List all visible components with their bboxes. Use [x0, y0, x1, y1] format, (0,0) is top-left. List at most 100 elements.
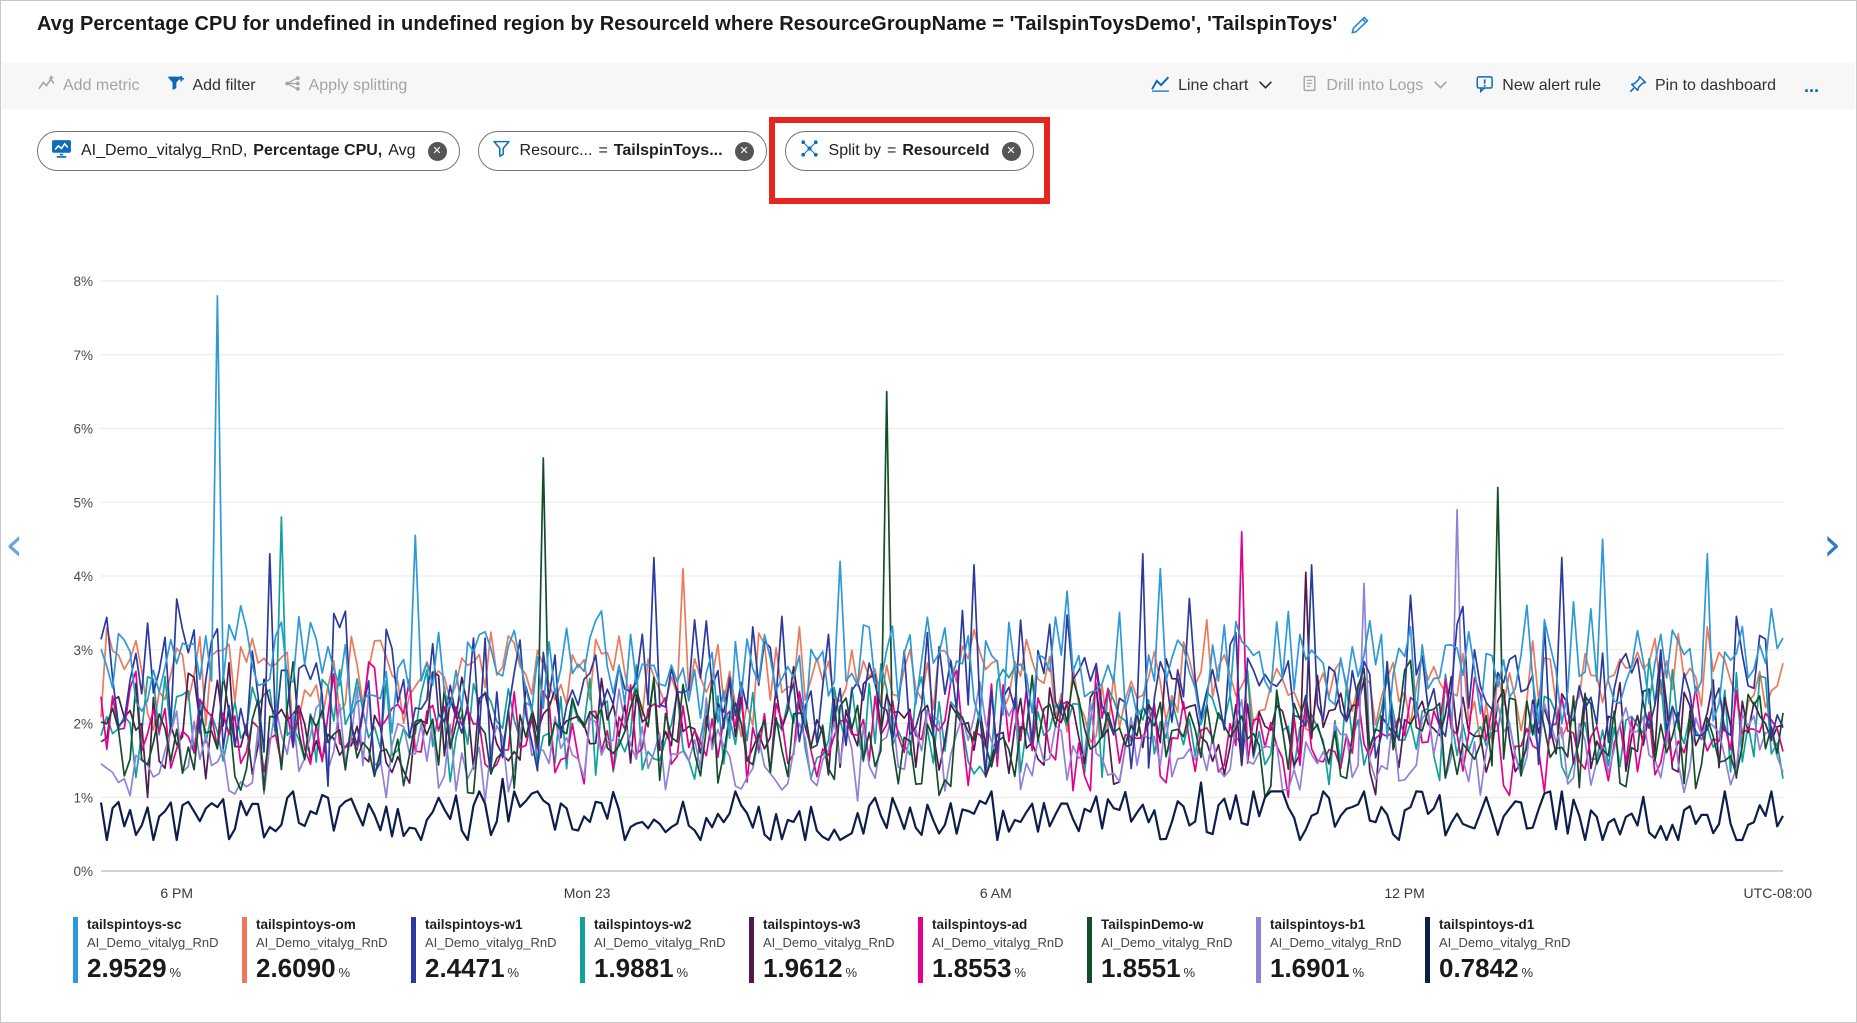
legend-avg-value: 1.8551	[1101, 953, 1181, 983]
pin-to-dashboard-button[interactable]: Pin to dashboard	[1629, 75, 1776, 98]
legend-series-name: tailspintoys-d1	[1439, 917, 1571, 934]
more-options-button[interactable]: ...	[1804, 76, 1819, 97]
legend-resource-name: AI_Demo_vitalyg_RnD	[763, 935, 895, 951]
split-dots-icon	[799, 138, 820, 164]
metric-chip[interactable]: AI_Demo_vitalyg_RnD, Percentage CPU, Avg…	[37, 131, 460, 171]
svg-text:8%: 8%	[73, 274, 93, 289]
remove-split-icon[interactable]: ✕	[1002, 142, 1021, 161]
add-filter-button[interactable]: Add filter	[167, 75, 255, 97]
alert-bubble-icon	[1476, 75, 1494, 98]
filter-chip-property: Resourc...	[520, 142, 593, 160]
legend-item[interactable]: tailspintoys-w2 AI_Demo_vitalyg_RnD 1.98…	[580, 917, 749, 983]
metric-chip-resource: AI_Demo_vitalyg_RnD,	[81, 142, 247, 160]
chevron-down-icon	[1433, 77, 1448, 95]
legend-percent-unit: %	[677, 965, 689, 980]
legend-item[interactable]: tailspintoys-w3 AI_Demo_vitalyg_RnD 1.96…	[749, 917, 918, 983]
add-metric-button[interactable]: Add metric	[38, 75, 139, 97]
toolbar-right-group: Line chart Drill into Logs New alert rul…	[1151, 75, 1819, 98]
drill-into-logs-dropdown[interactable]: Drill into Logs	[1301, 75, 1448, 97]
legend-percent-unit: %	[170, 965, 182, 980]
split-by-chip[interactable]: Split by = ResourceId ✕	[785, 131, 1034, 171]
legend-color-bar	[242, 917, 247, 983]
svg-text:1%: 1%	[73, 790, 93, 805]
line-chart-icon	[1151, 75, 1170, 97]
scroll-left-chevron[interactable]: ‹	[5, 521, 23, 567]
legend-series-name: tailspintoys-b1	[1270, 917, 1402, 934]
legend-series-name: tailspintoys-w1	[425, 917, 557, 934]
legend-avg-value: 1.9881	[594, 953, 674, 983]
legend-resource-name: AI_Demo_vitalyg_RnD	[87, 935, 219, 951]
svg-text:4%: 4%	[73, 569, 93, 584]
chart-type-dropdown[interactable]: Line chart	[1151, 75, 1273, 97]
ellipsis-icon: ...	[1804, 76, 1819, 97]
pin-icon	[1629, 75, 1647, 98]
apply-splitting-button[interactable]: Apply splitting	[284, 75, 408, 97]
legend-item[interactable]: tailspintoys-b1 AI_Demo_vitalyg_RnD 1.69…	[1256, 917, 1425, 983]
logs-document-icon	[1301, 75, 1318, 97]
legend-avg-value: 1.6901	[1270, 953, 1350, 983]
legend-series-name: tailspintoys-om	[256, 917, 388, 934]
x-axis-labels: 6 PMMon 236 AM12 PM	[101, 885, 1783, 905]
scroll-right-chevron[interactable]: ›	[1823, 521, 1841, 567]
filter-chip-equals: =	[598, 142, 607, 160]
x-axis-tick-label: 6 PM	[160, 885, 193, 901]
drill-into-logs-label: Drill into Logs	[1326, 77, 1423, 95]
new-alert-rule-label: New alert rule	[1502, 77, 1601, 95]
legend-series-name: TailspinDemo-w	[1101, 917, 1233, 934]
apply-splitting-label: Apply splitting	[309, 77, 408, 95]
svg-text:6%: 6%	[73, 422, 93, 437]
legend-series-name: tailspintoys-w3	[763, 917, 895, 934]
chart-type-label: Line chart	[1178, 77, 1248, 95]
legend-color-bar	[411, 917, 416, 983]
filter-funnel-icon	[492, 139, 511, 163]
split-chip-label: Split by	[829, 142, 881, 160]
remove-metric-icon[interactable]: ✕	[428, 142, 447, 161]
legend-series-name: tailspintoys-sc	[87, 917, 219, 934]
legend-row: tailspintoys-sc AI_Demo_vitalyg_RnD 2.95…	[73, 917, 1594, 983]
toolbar-left-group: Add metric Add filter Apply splitting	[38, 75, 407, 97]
new-alert-rule-button[interactable]: New alert rule	[1476, 75, 1601, 98]
legend-percent-unit: %	[339, 965, 351, 980]
legend-avg-value: 2.4471	[425, 953, 505, 983]
svg-text:3%: 3%	[73, 643, 93, 658]
legend-avg-value: 2.9529	[87, 953, 167, 983]
split-chip-value: ResourceId	[902, 142, 989, 160]
metrics-explorer-panel: Avg Percentage CPU for undefined in unde…	[0, 0, 1857, 1023]
legend-resource-name: AI_Demo_vitalyg_RnD	[932, 935, 1064, 951]
legend-resource-name: AI_Demo_vitalyg_RnD	[1101, 935, 1233, 951]
legend-color-bar	[918, 917, 923, 983]
legend-percent-unit: %	[1184, 965, 1196, 980]
legend-color-bar	[1425, 917, 1430, 983]
legend-item[interactable]: tailspintoys-ad AI_Demo_vitalyg_RnD 1.85…	[918, 917, 1087, 983]
toolbar: Add metric Add filter Apply splitting Li…	[2, 63, 1855, 109]
filter-chip[interactable]: Resourc... = TailspinToys... ✕	[478, 131, 767, 171]
timezone-label: UTC-08:00	[1744, 885, 1812, 901]
remove-filter-icon[interactable]: ✕	[735, 142, 754, 161]
metric-chip-metric-name: Percentage CPU,	[253, 142, 382, 160]
legend-resource-name: AI_Demo_vitalyg_RnD	[1439, 935, 1571, 951]
metric-monitor-icon	[51, 138, 72, 164]
metrics-line-chart[interactable]: 0%1%2%3%4%5%6%7%8%	[1, 263, 1857, 883]
legend-color-bar	[580, 917, 585, 983]
legend-percent-unit: %	[508, 965, 520, 980]
legend-avg-value: 1.9612	[763, 953, 843, 983]
filter-chip-value: TailspinToys...	[614, 142, 723, 160]
edit-title-pencil-icon[interactable]	[1349, 14, 1371, 36]
split-chip-highlight-wrapper: Split by = ResourceId ✕	[785, 131, 1034, 171]
legend-avg-value: 0.7842	[1439, 953, 1519, 983]
legend-percent-unit: %	[846, 965, 858, 980]
svg-text:2%: 2%	[73, 717, 93, 732]
legend-item[interactable]: tailspintoys-w1 AI_Demo_vitalyg_RnD 2.44…	[411, 917, 580, 983]
add-metric-icon	[38, 75, 55, 97]
legend-item[interactable]: tailspintoys-om AI_Demo_vitalyg_RnD 2.60…	[242, 917, 411, 983]
x-axis-tick-label: 12 PM	[1384, 885, 1424, 901]
add-filter-label: Add filter	[192, 77, 255, 95]
legend-color-bar	[1087, 917, 1092, 983]
legend-item[interactable]: tailspintoys-d1 AI_Demo_vitalyg_RnD 0.78…	[1425, 917, 1594, 983]
legend-resource-name: AI_Demo_vitalyg_RnD	[594, 935, 726, 951]
split-chip-equals: =	[887, 142, 896, 160]
legend-item[interactable]: tailspintoys-sc AI_Demo_vitalyg_RnD 2.95…	[73, 917, 242, 983]
legend-item[interactable]: TailspinDemo-w AI_Demo_vitalyg_RnD 1.855…	[1087, 917, 1256, 983]
chart-title: Avg Percentage CPU for undefined in unde…	[37, 13, 1337, 36]
add-filter-icon	[167, 75, 184, 97]
